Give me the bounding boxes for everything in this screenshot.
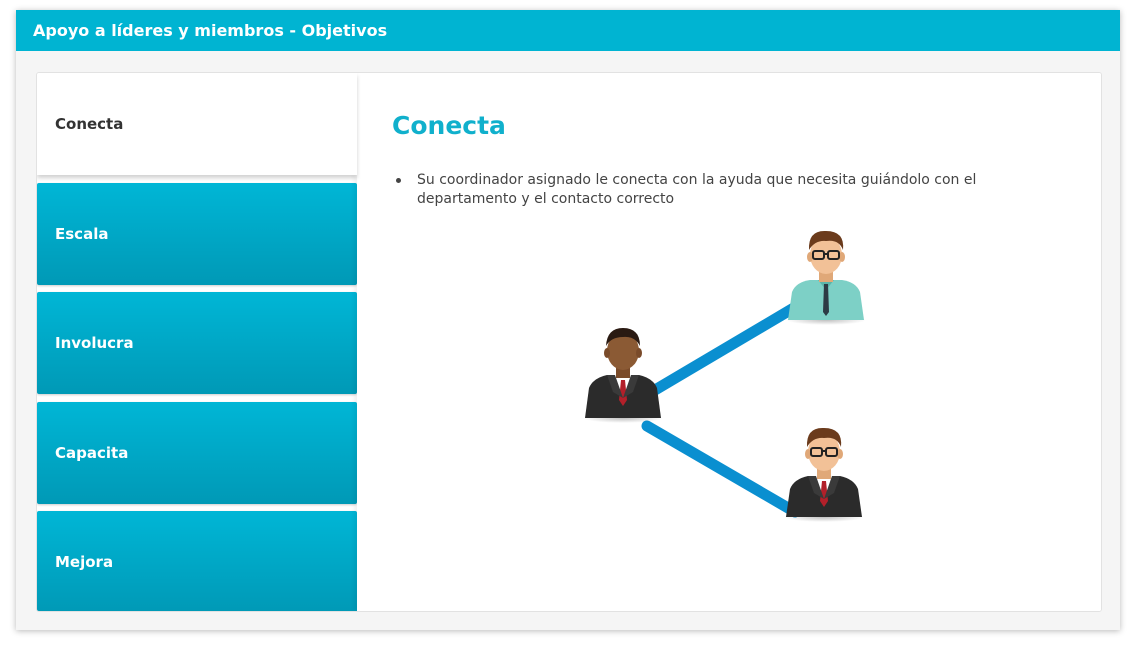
tab-escala[interactable]: Escala	[37, 183, 357, 285]
dialog-window: Apoyo a líderes y miembros - Objetivos C…	[16, 10, 1120, 630]
tab-conecta[interactable]: Conecta	[37, 73, 357, 175]
tab-mejora[interactable]: Mejora	[37, 511, 357, 611]
person-contact-icon	[784, 427, 864, 522]
connector-lines	[641, 300, 803, 518]
person-coordinator-icon	[786, 230, 866, 325]
tab-involucra[interactable]: Involucra	[37, 292, 357, 394]
connection-illustration	[585, 230, 866, 522]
objectives-panel: Conecta Escala Involucra Capacita Mejora…	[36, 72, 1102, 612]
tab-capacita[interactable]: Capacita	[37, 402, 357, 504]
bullet-list: Su coordinador asignado le conecta con l…	[396, 171, 1037, 209]
tab-content: Conecta Su coordinador asignado le conec…	[357, 73, 1101, 611]
window-title: Apoyo a líderes y miembros - Objetivos	[16, 10, 1120, 51]
tab-list: Conecta Escala Involucra Capacita Mejora	[37, 73, 357, 611]
content-heading: Conecta	[392, 111, 506, 140]
bullet-item: Su coordinador asignado le conecta con l…	[396, 171, 1037, 209]
person-leader-icon	[585, 328, 663, 423]
